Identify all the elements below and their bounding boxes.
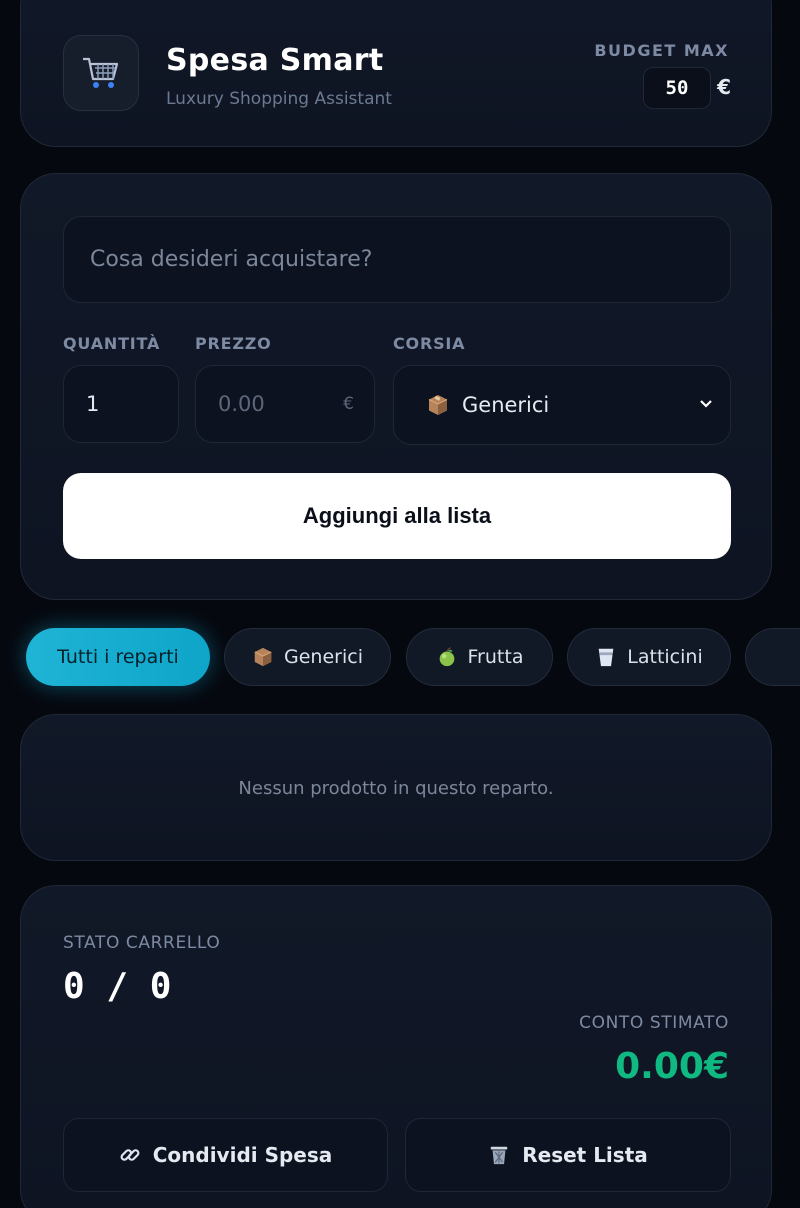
- cart-status-value: 0 / 0: [63, 966, 172, 1007]
- filter-label: Latticini: [627, 646, 703, 668]
- quantity-input[interactable]: 1: [63, 365, 179, 443]
- reset-button[interactable]: Reset Lista: [405, 1118, 731, 1192]
- shopping-cart-icon: [83, 57, 119, 88]
- price-label: PREZZO: [195, 334, 272, 353]
- header-card: Spesa Smart Luxury Shopping Assistant BU…: [20, 0, 772, 147]
- cup-icon: [595, 646, 617, 668]
- add-item-form: QUANTITÀ PREZZO CORSIA 1 0.00 € Generici…: [20, 173, 772, 600]
- filter-label: Frutta: [467, 646, 524, 668]
- total-value: 0.00€: [615, 1046, 729, 1087]
- quantity-label: QUANTITÀ: [63, 334, 161, 353]
- budget-label: BUDGET MAX: [594, 41, 729, 60]
- share-button[interactable]: Condividi Spesa: [63, 1118, 388, 1192]
- package-icon: [252, 646, 274, 668]
- filter-more[interactable]: [745, 628, 800, 686]
- app-subtitle: Luxury Shopping Assistant: [166, 89, 392, 109]
- price-currency: €: [343, 394, 354, 414]
- budget-input[interactable]: [643, 67, 711, 109]
- link-icon: [119, 1144, 141, 1166]
- apple-icon: [436, 646, 458, 668]
- reset-label: Reset Lista: [522, 1143, 648, 1167]
- total-label: CONTO STIMATO: [579, 1013, 729, 1033]
- filter-label: Generici: [284, 646, 363, 668]
- product-list: Nessun prodotto in questo reparto.: [20, 714, 772, 861]
- cart-status-label: STATO CARRELLO: [63, 933, 221, 953]
- empty-message: Nessun prodotto in questo reparto.: [238, 778, 554, 799]
- price-input[interactable]: 0.00 €: [195, 365, 375, 443]
- share-label: Condividi Spesa: [152, 1143, 333, 1167]
- aisle-select[interactable]: Generici: [393, 365, 731, 445]
- package-icon: [426, 393, 450, 417]
- quantity-value: 1: [86, 392, 100, 416]
- logo: [63, 35, 139, 111]
- filter-generici[interactable]: Generici: [224, 628, 391, 686]
- chevron-down-icon: [700, 400, 712, 408]
- product-search-input[interactable]: [63, 216, 731, 303]
- filter-frutta[interactable]: Frutta: [406, 628, 553, 686]
- trash-icon: [488, 1144, 510, 1166]
- app-title: Spesa Smart: [166, 43, 384, 78]
- filter-latticini[interactable]: Latticini: [567, 628, 731, 686]
- filter-label: Tutti i reparti: [57, 646, 179, 668]
- cart-summary: STATO CARRELLO 0 / 0 CONTO STIMATO 0.00€…: [20, 885, 772, 1208]
- aisle-selected: Generici: [462, 393, 550, 417]
- price-placeholder: 0.00: [218, 392, 265, 416]
- aisle-label: CORSIA: [393, 334, 466, 353]
- filter-all[interactable]: Tutti i reparti: [26, 628, 210, 686]
- add-to-list-button[interactable]: Aggiungi alla lista: [63, 473, 731, 559]
- budget-currency: €: [717, 75, 731, 99]
